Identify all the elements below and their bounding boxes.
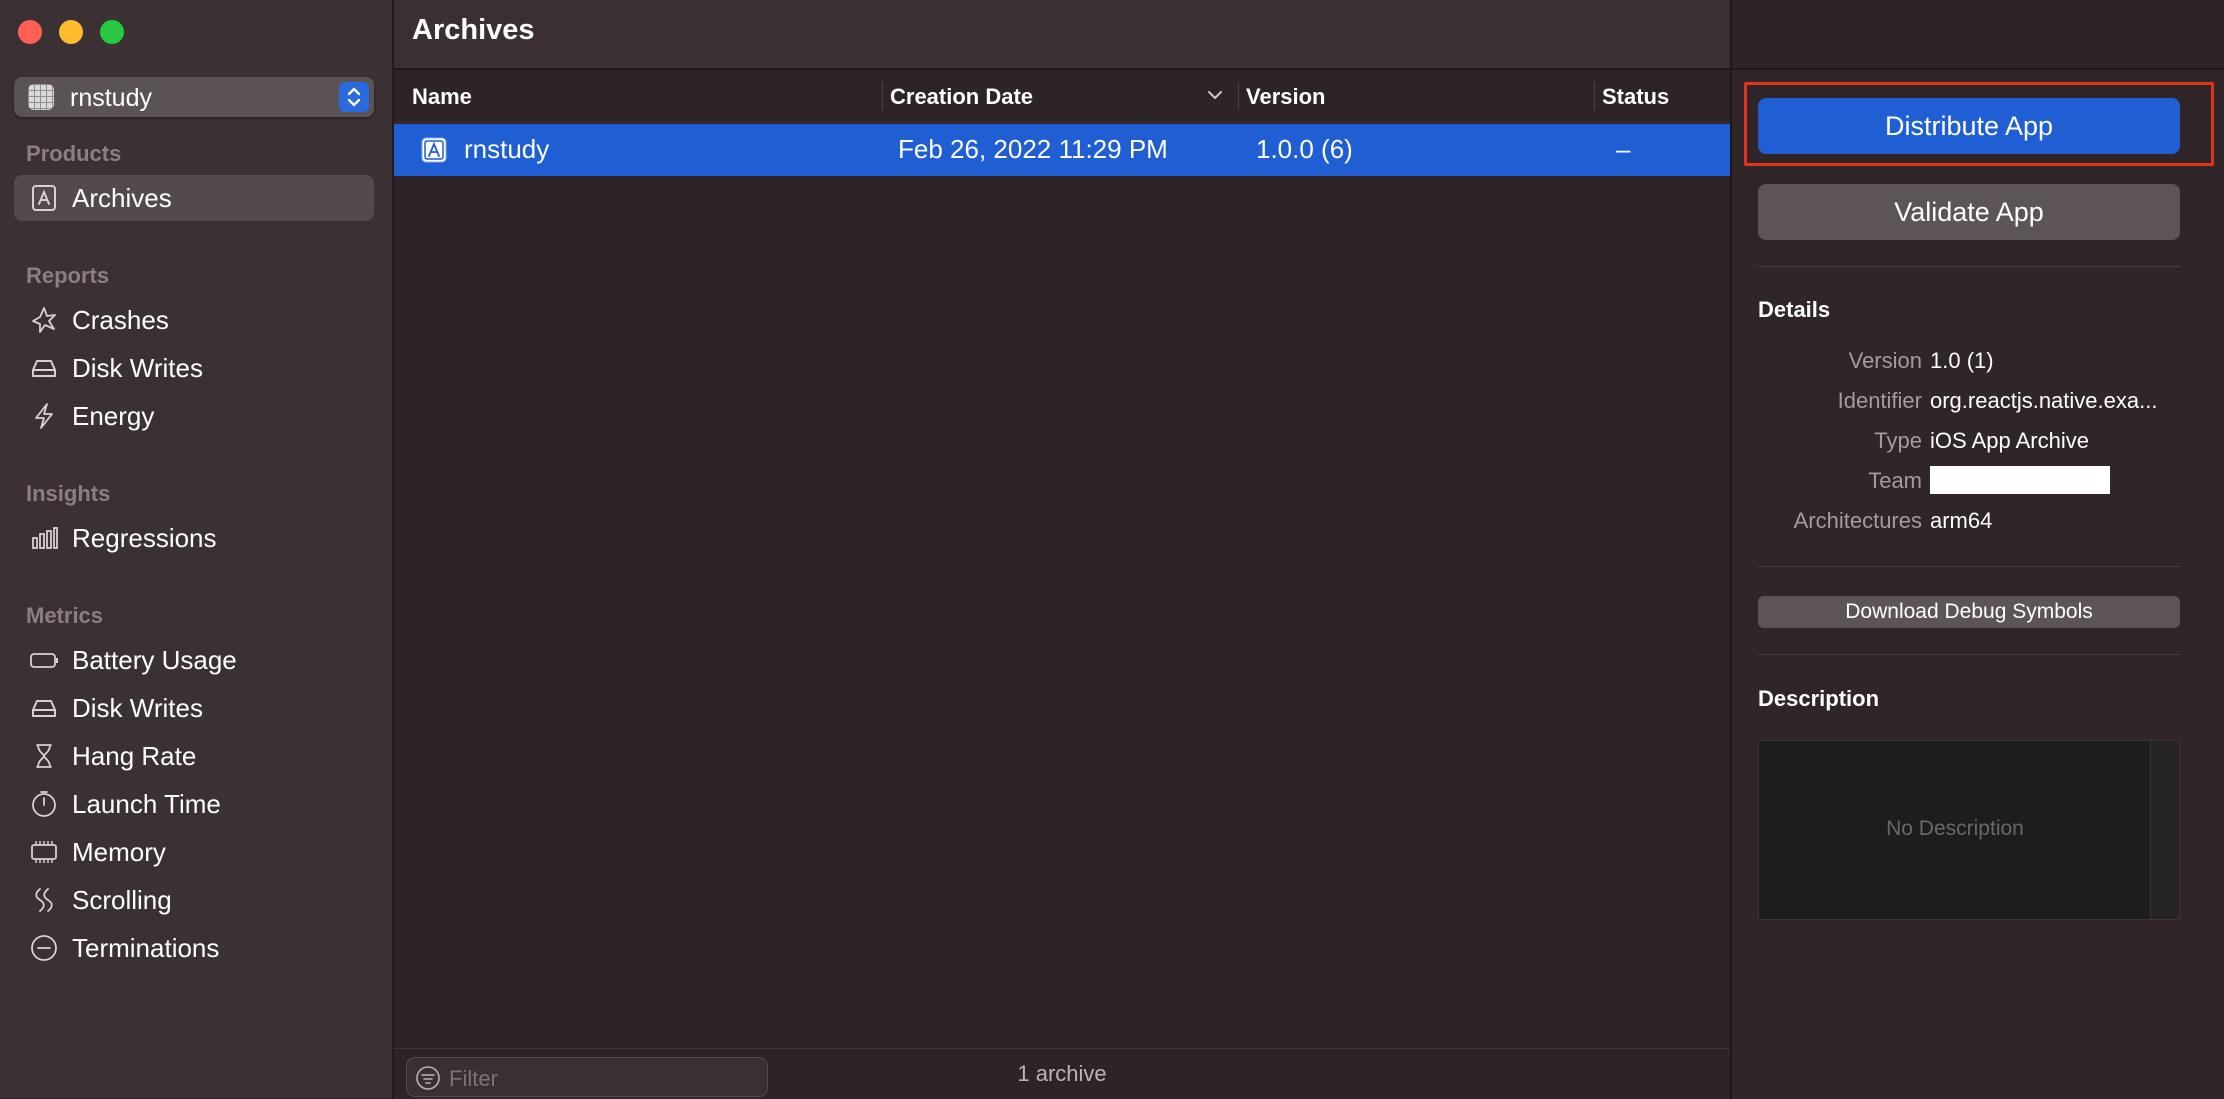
section-products: Products <box>26 141 122 166</box>
sidebar-item-label: Regressions <box>72 522 217 553</box>
sidebar-item-archives[interactable]: Archives <box>14 175 374 221</box>
section-reports: Reports <box>26 263 110 288</box>
sidebar-item-regressions[interactable]: Regressions <box>14 515 374 561</box>
section-insights: Insights <box>26 481 111 506</box>
archive-app-icon <box>420 136 448 169</box>
column-header-status[interactable]: Status <box>1602 84 1669 110</box>
sidebar-item-label: Battery Usage <box>72 644 237 675</box>
column-divider[interactable] <box>1238 82 1239 110</box>
detail-key-identifier: Identifier <box>1837 388 1922 413</box>
details-heading: Details <box>1758 297 1831 322</box>
detail-value-version: 1.0 (1) <box>1930 348 1994 373</box>
description-scrollbar[interactable] <box>2150 741 2179 919</box>
row-name: rnstudy <box>464 134 550 164</box>
minus-circle-icon <box>28 932 60 964</box>
archive-details-panel: Distribute App Validate App Details Vers… <box>1730 0 2224 1098</box>
table-row[interactable]: rnstudy Feb 26, 2022 11:29 PM 1.0.0 (6) … <box>394 124 1730 176</box>
column-header-name[interactable]: Name <box>412 84 472 110</box>
description-placeholder: No Description <box>1886 817 2024 840</box>
scheme-selector[interactable]: rnstudy <box>14 77 374 117</box>
sidebar-item-label: Energy <box>72 400 155 431</box>
column-divider[interactable] <box>1594 82 1595 110</box>
sidebar-item-energy[interactable]: Energy <box>14 393 374 439</box>
archive-icon <box>28 182 60 214</box>
crash-star-icon <box>28 304 60 336</box>
scroll-icon <box>28 884 60 916</box>
sidebar-item-disk-writes[interactable]: Disk Writes <box>14 345 374 391</box>
sidebar-item-label: Hang Rate <box>72 740 197 771</box>
sidebar-item-disk-writes-metrics[interactable]: Disk Writes <box>14 685 374 731</box>
scheme-label: rnstudy <box>70 84 152 112</box>
detail-key-type: Type <box>1874 428 1922 453</box>
title-bar: Archives <box>394 0 1730 70</box>
validate-app-button[interactable]: Validate App <box>1758 184 2180 240</box>
distribute-app-button[interactable]: Distribute App <box>1758 98 2180 154</box>
row-version: 1.0.0 (6) <box>1256 134 1353 164</box>
divider <box>1758 266 2180 267</box>
close-window-button[interactable] <box>18 20 42 44</box>
detail-key-version: Version <box>1848 348 1922 373</box>
sidebar-item-label: Disk Writes <box>72 692 203 723</box>
app-icon <box>28 84 54 110</box>
sidebar-item-launch-time[interactable]: Launch Time <box>14 781 374 827</box>
sidebar-item-battery-usage[interactable]: Battery Usage <box>14 637 374 683</box>
description-heading: Description <box>1758 686 1880 711</box>
bottom-bar: Filter 1 archive <box>394 1048 1730 1099</box>
archives-list-pane: Archives Name Creation Date Version Stat… <box>394 0 1730 1099</box>
battery-icon <box>28 644 60 676</box>
zoom-window-button[interactable] <box>100 20 124 44</box>
description-textarea[interactable]: No Description <box>1758 740 2180 920</box>
section-metrics: Metrics <box>26 603 104 628</box>
column-header-version[interactable]: Version <box>1246 84 1325 110</box>
disk-icon <box>28 352 60 384</box>
row-creation-date: Feb 26, 2022 11:29 PM <box>898 134 1168 164</box>
detail-key-team: Team <box>1868 468 1922 493</box>
sort-descending-icon[interactable] <box>1206 88 1224 107</box>
sidebar-item-label: Launch Time <box>72 788 221 819</box>
sidebar-item-label: Terminations <box>72 932 220 963</box>
memory-chip-icon <box>28 836 60 868</box>
bolt-icon <box>28 400 60 432</box>
sidebar-item-crashes[interactable]: Crashes <box>14 297 374 343</box>
sidebar: rnstudy Products Archives Reports Crashe… <box>0 0 394 1098</box>
sidebar-item-label: Crashes <box>72 304 169 335</box>
sidebar-item-label: Disk Writes <box>72 352 203 383</box>
sidebar-item-label: Scrolling <box>72 884 172 915</box>
chevron-up-down-icon[interactable] <box>339 82 369 112</box>
sidebar-item-terminations[interactable]: Terminations <box>14 925 374 971</box>
archive-count: 1 archive <box>1017 1061 1107 1086</box>
divider <box>1758 654 2180 655</box>
divider <box>1758 566 2180 567</box>
page-title: Archives <box>412 14 535 46</box>
sidebar-item-memory[interactable]: Memory <box>14 829 374 875</box>
column-divider[interactable] <box>882 82 883 110</box>
disk-icon <box>28 692 60 724</box>
detail-value-type: iOS App Archive <box>1930 428 2089 453</box>
stopwatch-icon <box>28 788 60 820</box>
minimize-window-button[interactable] <box>59 20 83 44</box>
sidebar-item-hang-rate[interactable]: Hang Rate <box>14 733 374 779</box>
table-header: Name Creation Date Version Status <box>394 70 1730 123</box>
team-redacted-value <box>1930 466 2110 494</box>
bar-chart-icon <box>28 522 60 554</box>
detail-value-identifier: org.reactjs.native.exa... <box>1930 388 2158 413</box>
hourglass-icon <box>28 740 60 772</box>
column-header-creation-date[interactable]: Creation Date <box>890 84 1033 110</box>
sidebar-item-scrolling[interactable]: Scrolling <box>14 877 374 923</box>
sidebar-item-label: Archives <box>72 182 172 213</box>
panel-title-bar <box>1732 0 2224 70</box>
detail-key-architectures: Architectures <box>1793 508 1922 533</box>
row-status: – <box>1616 134 1631 164</box>
download-debug-symbols-button[interactable]: Download Debug Symbols <box>1758 596 2180 628</box>
detail-value-architectures: arm64 <box>1930 508 1993 533</box>
sidebar-item-label: Memory <box>72 836 166 867</box>
